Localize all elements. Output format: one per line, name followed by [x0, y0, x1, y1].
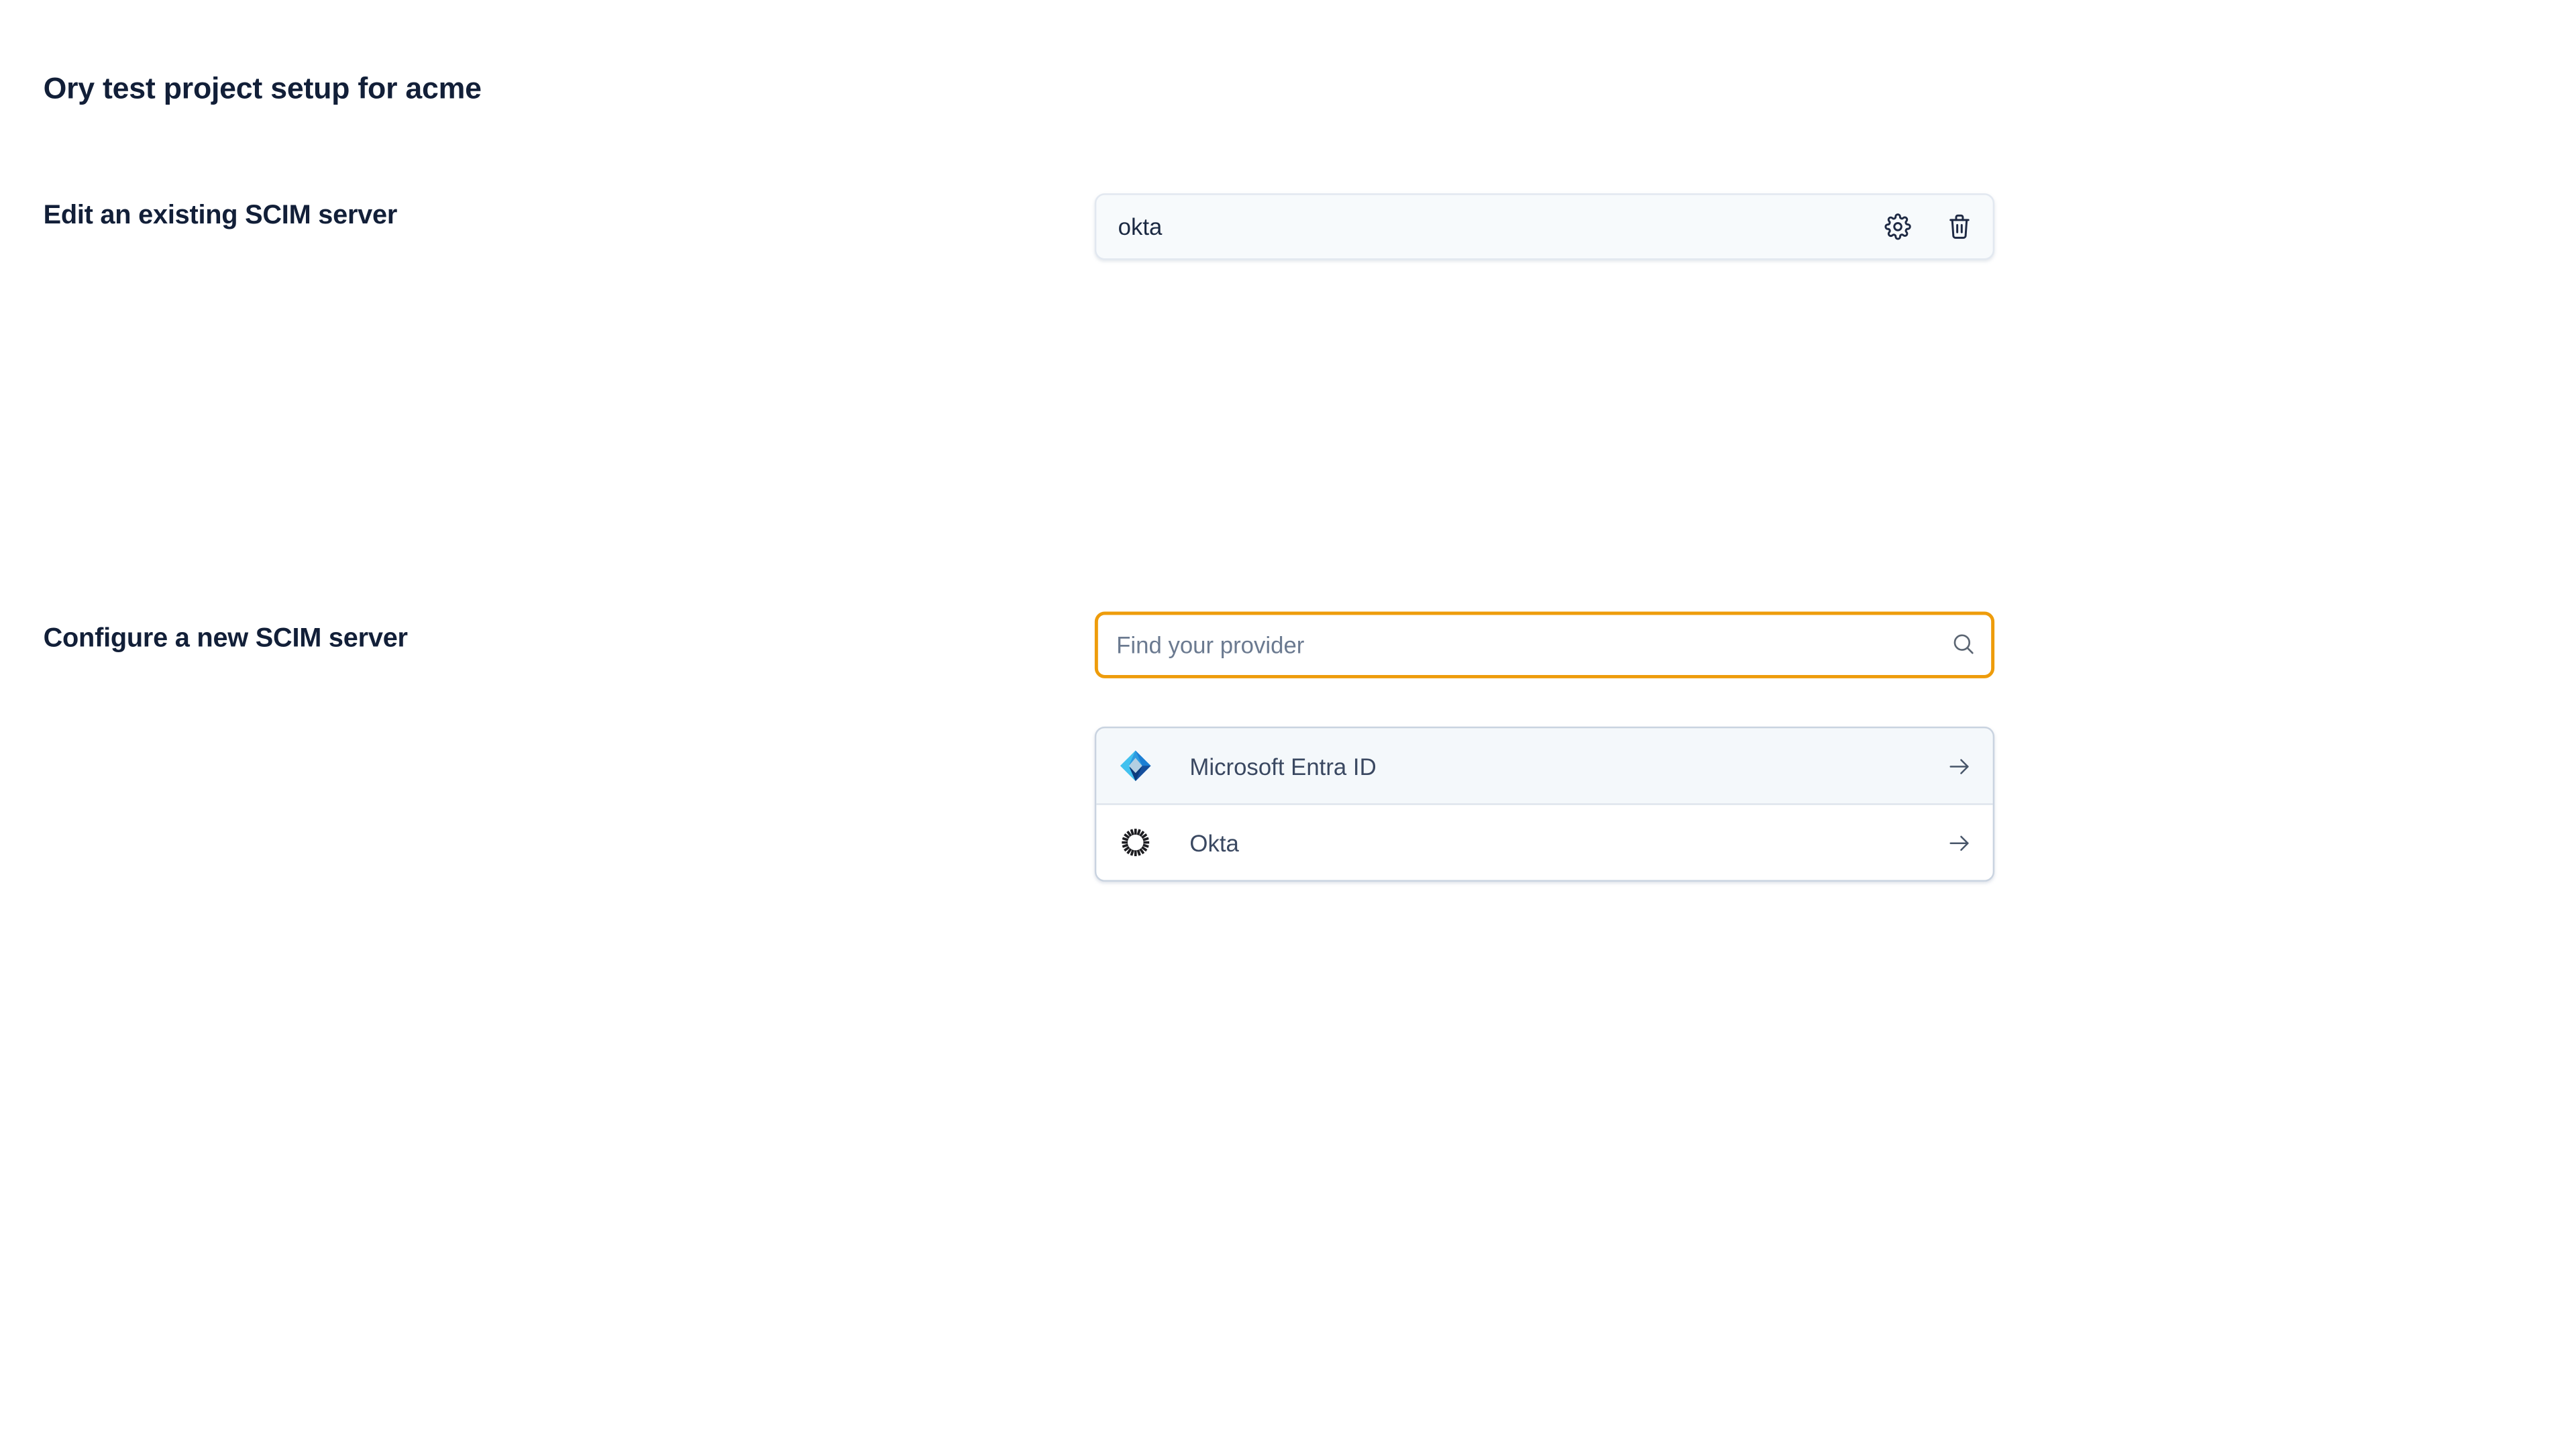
delete-button[interactable]: [1946, 213, 1973, 240]
settings-button[interactable]: [1884, 213, 1911, 240]
provider-label: Okta: [1189, 829, 1946, 856]
existing-scim-server-row: okta: [1095, 193, 1994, 260]
scim-server-name: okta: [1118, 213, 1885, 240]
provider-label: Microsoft Entra ID: [1189, 752, 1946, 779]
page-title: Ory test project setup for acme: [44, 70, 482, 107]
provider-list: Microsoft Entra ID: [1095, 727, 1994, 882]
provider-row-okta[interactable]: Okta: [1096, 803, 1992, 880]
edit-scim-server-heading: Edit an existing SCIM server: [44, 200, 398, 234]
provider-search: [1095, 612, 1994, 678]
arrow-right-icon: [1946, 829, 1973, 856]
configure-scim-server-heading: Configure a new SCIM server: [44, 623, 408, 657]
arrow-right-icon: [1946, 752, 1973, 779]
okta-logo: [1118, 825, 1153, 860]
trash-icon: [1946, 213, 1973, 240]
provider-row-microsoft-entra-id[interactable]: Microsoft Entra ID: [1096, 728, 1992, 803]
settings-icon: [1884, 213, 1911, 240]
scim-setup-page: Ory test project setup for acme Edit an …: [0, 0, 2576, 1450]
microsoft-entra-id-logo: [1118, 748, 1153, 783]
provider-search-input[interactable]: [1095, 612, 1994, 678]
